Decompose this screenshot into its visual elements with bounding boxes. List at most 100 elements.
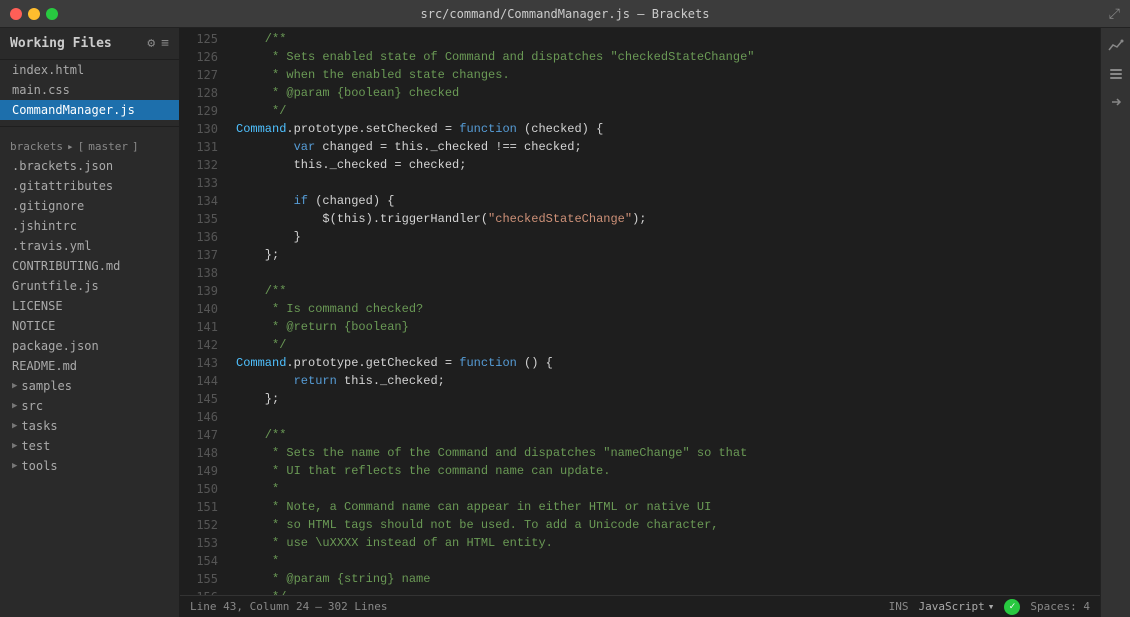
- line-number: 134: [188, 192, 218, 210]
- sidebar-file-item[interactable]: .jshintrc: [0, 216, 179, 236]
- main-layout: Working Files ⚙ ≡ index.html main.css Co…: [0, 28, 1130, 617]
- token: (changed) {: [308, 194, 394, 208]
- token: changed = this._checked !== checked;: [315, 140, 581, 154]
- token: this._checked;: [337, 374, 445, 388]
- code-line: * Is command checked?: [236, 300, 1090, 318]
- sidebar-file-item[interactable]: NOTICE: [0, 316, 179, 336]
- token: * Note, a Command name can appear in eit…: [236, 500, 711, 514]
- project-section: brackets ▸ [ master ] .brackets.json .git…: [0, 133, 179, 480]
- sidebar-file-item[interactable]: .gitattributes: [0, 176, 179, 196]
- close-button[interactable]: [10, 8, 22, 20]
- file-name: main.css: [12, 83, 70, 97]
- code-line: /**: [236, 426, 1090, 444]
- working-files-list: index.html main.css CommandManager.js: [0, 60, 179, 120]
- line-number: 126: [188, 48, 218, 66]
- sidebar-folder-item[interactable]: ▶ tools: [0, 456, 179, 476]
- sidebar-folder-item[interactable]: ▶ src: [0, 396, 179, 416]
- line-number: 142: [188, 336, 218, 354]
- token: () {: [517, 356, 553, 370]
- cursor-position: Line 43, Column 24: [190, 600, 309, 613]
- panel-layers-icon[interactable]: [1104, 62, 1128, 86]
- line-number: 135: [188, 210, 218, 228]
- sidebar-file-item[interactable]: package.json: [0, 336, 179, 356]
- status-bar: Line 43, Column 24 — 302 Lines INS JavaS…: [180, 595, 1100, 617]
- code-line: var changed = this._checked !== checked;: [236, 138, 1090, 156]
- line-number: 154: [188, 552, 218, 570]
- token: function: [459, 356, 517, 370]
- file-name: .brackets.json: [12, 159, 113, 173]
- language-selector[interactable]: JavaScript ▾: [919, 600, 995, 613]
- sidebar-folder-item[interactable]: ▶ tasks: [0, 416, 179, 436]
- folder-name: tools: [21, 459, 57, 473]
- file-item-index[interactable]: index.html: [0, 60, 179, 80]
- panel-graph-icon[interactable]: [1104, 34, 1128, 58]
- line-number: 141: [188, 318, 218, 336]
- token: * use \uXXXX instead of an HTML entity.: [236, 536, 553, 550]
- token: "checkedStateChange": [488, 212, 632, 226]
- token: [236, 140, 294, 154]
- sidebar-folder-item[interactable]: ▶ test: [0, 436, 179, 456]
- line-numbers: 1251261271281291301311321331341351361371…: [180, 28, 226, 595]
- sidebar-file-item[interactable]: Gruntfile.js: [0, 276, 179, 296]
- code-line: * Sets the name of the Command and dispa…: [236, 444, 1090, 462]
- minimize-button[interactable]: [28, 8, 40, 20]
- file-name: CommandManager.js: [12, 103, 135, 117]
- code-line: * so HTML tags should not be used. To ad…: [236, 516, 1090, 534]
- token: * Is command checked?: [236, 302, 423, 316]
- code-line: * @param {boolean} checked: [236, 84, 1090, 102]
- code-line: */: [236, 336, 1090, 354]
- token: function: [459, 122, 517, 136]
- line-number: 128: [188, 84, 218, 102]
- token: * so HTML tags should not be used. To ad…: [236, 518, 718, 532]
- sidebar-file-item[interactable]: CONTRIBUTING.md: [0, 256, 179, 276]
- triangle-icon: ▶: [12, 401, 17, 411]
- sidebar-file-item[interactable]: README.md: [0, 356, 179, 376]
- code-line: Command.prototype.setChecked = function …: [236, 120, 1090, 138]
- sidebar-file-item[interactable]: .gitignore: [0, 196, 179, 216]
- token: var: [294, 140, 316, 154]
- code-editor[interactable]: 1251261271281291301311321331341351361371…: [180, 28, 1100, 595]
- code-line: * when the enabled state changes.: [236, 66, 1090, 84]
- code-content[interactable]: /** * Sets enabled state of Command and …: [226, 28, 1100, 595]
- expand-icon[interactable]: ⤢: [1109, 6, 1120, 22]
- panel-arrow-icon[interactable]: [1104, 90, 1128, 114]
- code-line: return this._checked;: [236, 372, 1090, 390]
- code-line: */: [236, 588, 1090, 595]
- sidebar-file-item[interactable]: .travis.yml: [0, 236, 179, 256]
- sidebar-file-item[interactable]: LICENSE: [0, 296, 179, 316]
- code-line: * @return {boolean}: [236, 318, 1090, 336]
- token: return: [294, 374, 337, 388]
- token: $(this).triggerHandler(: [236, 212, 488, 226]
- more-icon[interactable]: ≡: [161, 36, 169, 51]
- line-number: 125: [188, 30, 218, 48]
- token: /**: [236, 32, 286, 46]
- status-check-icon[interactable]: ✓: [1004, 599, 1020, 615]
- token: /**: [236, 284, 286, 298]
- file-item-commandmanager[interactable]: CommandManager.js: [0, 100, 179, 120]
- code-line: this._checked = checked;: [236, 156, 1090, 174]
- line-number: 137: [188, 246, 218, 264]
- line-number: 143: [188, 354, 218, 372]
- token: [236, 194, 294, 208]
- settings-icon[interactable]: ⚙: [147, 36, 155, 51]
- line-number: 145: [188, 390, 218, 408]
- file-name: .travis.yml: [12, 239, 91, 253]
- code-line: [236, 408, 1090, 426]
- token: Command: [236, 122, 286, 136]
- file-item-main[interactable]: main.css: [0, 80, 179, 100]
- line-number: 153: [188, 534, 218, 552]
- code-line: /**: [236, 282, 1090, 300]
- file-name: package.json: [12, 339, 99, 353]
- token: if: [294, 194, 308, 208]
- token: *: [236, 482, 279, 496]
- sidebar-folder-item[interactable]: ▶ samples: [0, 376, 179, 396]
- token: }: [236, 230, 301, 244]
- maximize-button[interactable]: [46, 8, 58, 20]
- ins-indicator: INS: [889, 600, 909, 613]
- editor-area: 1251261271281291301311321331341351361371…: [180, 28, 1100, 617]
- sidebar-file-item[interactable]: .brackets.json: [0, 156, 179, 176]
- code-line: [236, 174, 1090, 192]
- project-label[interactable]: brackets ▸ [ master ]: [0, 137, 179, 156]
- line-number: 127: [188, 66, 218, 84]
- code-line: };: [236, 390, 1090, 408]
